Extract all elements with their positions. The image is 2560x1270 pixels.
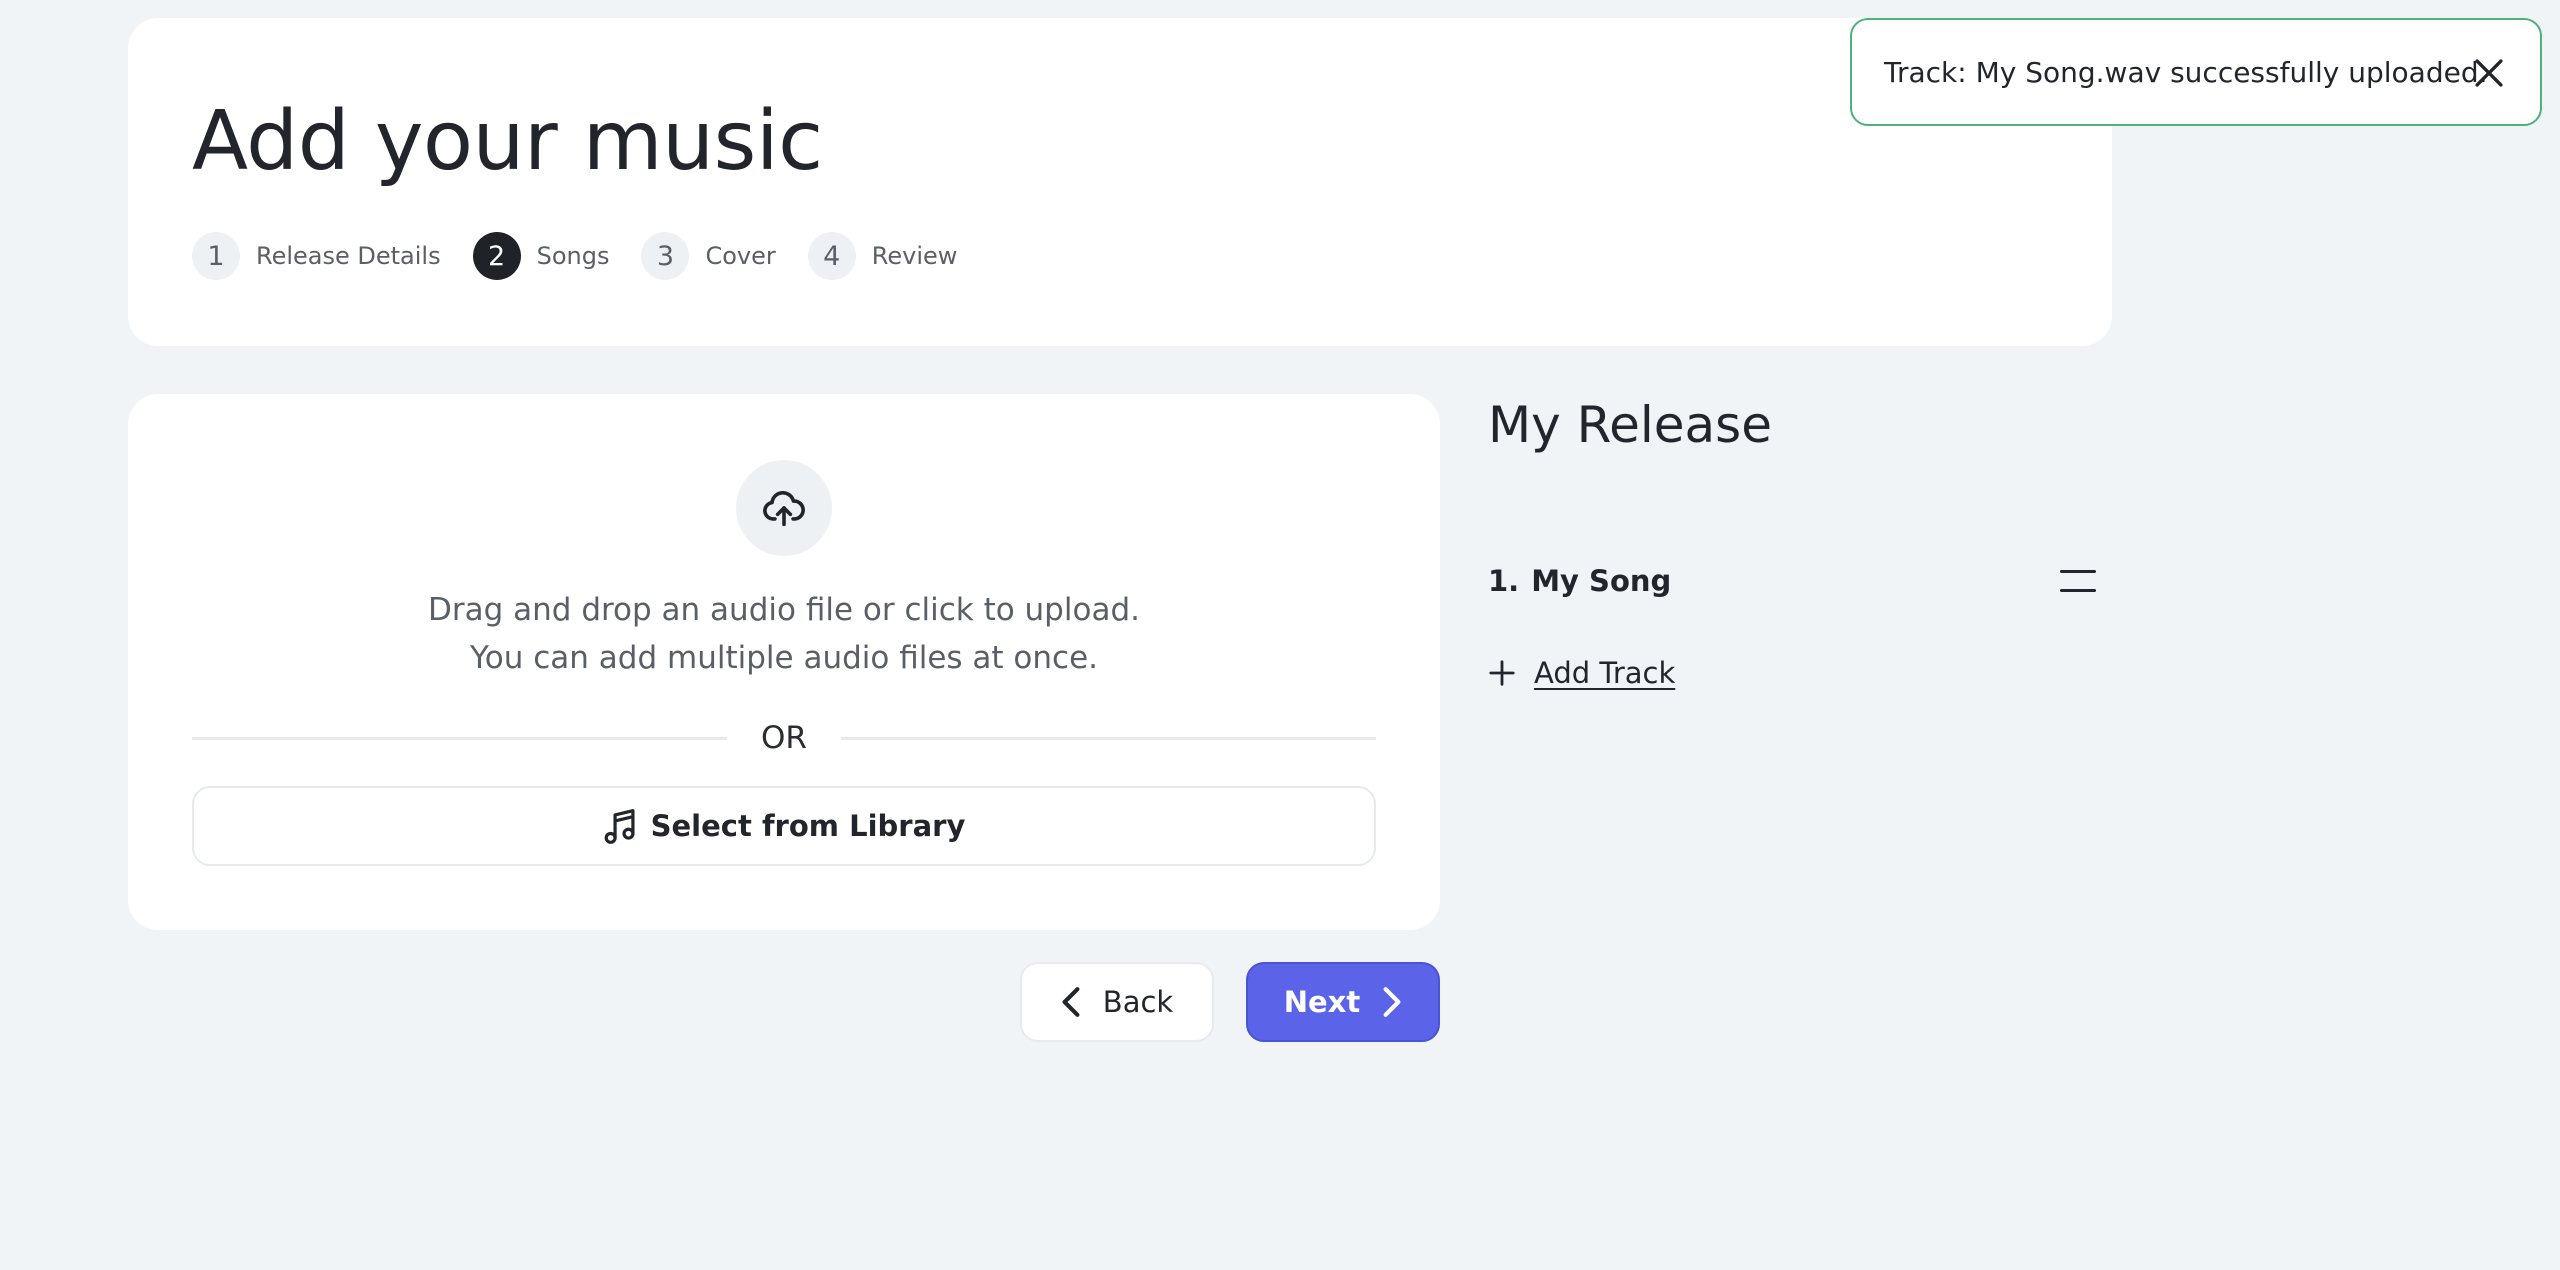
library-button-label: Select from Library [650, 809, 966, 843]
upload-instructions: Drag and drop an audio file or click to … [428, 592, 1140, 628]
divider-line [192, 736, 728, 740]
plus-icon [1489, 660, 1515, 686]
page-title: Add your music [192, 94, 823, 189]
music-note-icon [604, 809, 635, 844]
close-icon [2475, 59, 2503, 87]
add-track-button[interactable]: Add Track [1488, 656, 1675, 690]
step-cover[interactable]: 3 Cover [641, 232, 776, 280]
step-label: Cover [705, 242, 776, 270]
back-button[interactable]: Back [1020, 962, 1214, 1042]
step-label: Songs [536, 242, 610, 270]
page: Add your music 1 Release Details 2 Songs… [0, 0, 2560, 1270]
track-name: 1. My Song [1488, 564, 1671, 598]
or-divider: OR [192, 716, 1377, 760]
track-title: My Song [1531, 564, 1672, 598]
step-number: 2 [472, 232, 521, 280]
track-number: 1. [1488, 564, 1520, 598]
back-button-label: Back [1102, 985, 1174, 1019]
cloud-upload-icon [763, 490, 805, 527]
step-label: Release Details [256, 242, 441, 270]
stepper: 1 Release Details 2 Songs 3 Cover 4 Revi… [192, 232, 989, 280]
step-label: Review [871, 242, 958, 270]
upload-dropzone[interactable]: Drag and drop an audio file or click to … [128, 394, 1440, 930]
upload-hint: You can add multiple audio files at once… [469, 640, 1099, 676]
step-release-details[interactable]: 1 Release Details [192, 232, 441, 280]
drag-handle-icon[interactable] [2060, 570, 2096, 592]
toast-close-button[interactable] [2472, 56, 2506, 90]
step-number: 1 [192, 232, 240, 280]
chevron-left-icon [1062, 987, 1080, 1017]
step-number: 3 [641, 232, 690, 280]
step-songs[interactable]: 2 Songs [472, 232, 610, 280]
upload-button[interactable] [736, 460, 832, 556]
track-row[interactable]: 1. My Song [1488, 560, 2096, 602]
add-track-label: Add Track [1534, 656, 1676, 690]
select-from-library-button[interactable]: Select from Library [192, 786, 1376, 866]
success-toast: Track: My Song.wav successfully uploaded… [1850, 18, 2542, 126]
next-button[interactable]: Next [1246, 962, 1440, 1042]
step-review[interactable]: 4 Review [807, 232, 958, 280]
or-text: OR [761, 720, 807, 756]
header-card: Add your music 1 Release Details 2 Songs… [128, 18, 2112, 346]
divider-line [840, 736, 1377, 740]
next-button-label: Next [1283, 985, 1361, 1019]
toast-message: Track: My Song.wav successfully uploaded… [1884, 55, 2488, 89]
chevron-right-icon [1383, 987, 1401, 1017]
release-title: My Release [1488, 396, 1772, 454]
step-number: 4 [807, 232, 856, 280]
